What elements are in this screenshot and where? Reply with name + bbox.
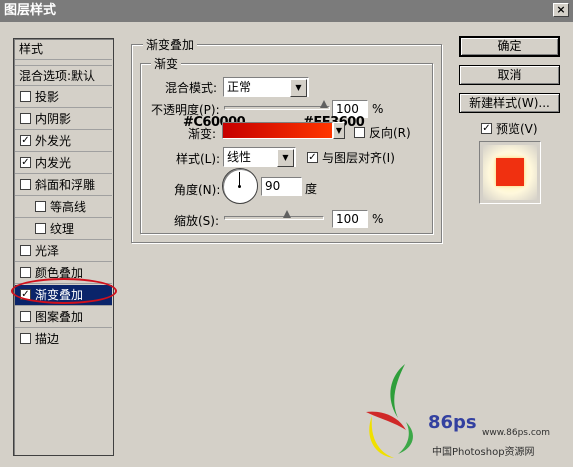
gradient-swatch[interactable] (222, 122, 333, 139)
checkbox-outer-glow[interactable]: ✓ (20, 135, 31, 146)
opacity-unit: % (372, 102, 384, 116)
window-title: 图层样式 (4, 3, 57, 18)
list-item-label: 图案叠加 (35, 310, 84, 324)
checkbox-inner-shadow[interactable] (20, 113, 31, 124)
style-label: 样式(L): (176, 152, 221, 166)
list-item-label: 描边 (35, 332, 60, 346)
logo-leaf-green (390, 364, 405, 418)
logo-leaf-yellow (369, 416, 394, 458)
preview-thumbnail (479, 141, 541, 204)
checkbox-texture[interactable] (35, 223, 46, 234)
preview-checkbox[interactable]: ✓ (481, 123, 492, 134)
align-layer-label: 与图层对齐(I) (322, 151, 395, 165)
preview-row[interactable]: ✓ 预览(V) (481, 120, 538, 137)
angle-dial-needle (239, 172, 240, 186)
chevron-down-icon: ▼ (277, 149, 294, 167)
group-title: 渐变叠加 (143, 36, 198, 53)
close-button[interactable]: × (553, 3, 569, 17)
scale-slider[interactable] (224, 216, 324, 220)
list-item-label: 内发光 (35, 156, 72, 170)
new-style-button[interactable]: 新建样式(W)... (459, 93, 560, 113)
list-item-contour[interactable]: 等高线 (15, 197, 112, 218)
ok-button[interactable]: 确定 (459, 36, 560, 57)
list-item-label: 外发光 (35, 134, 72, 148)
angle-input[interactable]: 90 (261, 177, 302, 196)
angle-unit: 度 (305, 182, 318, 196)
checkbox-inner-glow[interactable]: ✓ (20, 157, 31, 168)
list-item-label: 投影 (35, 90, 60, 104)
gradient-picker-arrow[interactable]: ▼ (333, 122, 345, 139)
opacity-slider-thumb[interactable] (320, 100, 328, 108)
align-layer-checkbox[interactable]: ✓ (307, 152, 318, 163)
checkbox-contour[interactable] (35, 201, 46, 212)
list-item-blending-options[interactable]: 混合选项:默认 (15, 65, 112, 86)
list-item-texture[interactable]: 纹理 (15, 219, 112, 240)
scale-slider-thumb[interactable] (283, 210, 291, 218)
list-item-inner-glow[interactable]: ✓ 内发光 (15, 153, 112, 174)
list-item-stroke[interactable]: 描边 (15, 329, 112, 350)
list-item-inner-shadow[interactable]: 内阴影 (15, 109, 112, 130)
checkbox-bevel-emboss[interactable] (20, 179, 31, 190)
opacity-slider[interactable] (224, 106, 330, 110)
style-list-header: 样式 (15, 39, 112, 60)
chevron-down-icon: ▼ (290, 79, 307, 97)
window-titlebar: 图层样式 (0, 0, 573, 22)
reverse-label: 反向(R) (369, 126, 411, 140)
logo-leaf-red (366, 411, 406, 430)
close-icon: × (556, 3, 566, 16)
watermark-url: www.86ps.com (482, 428, 551, 438)
logo-leaf-green-small (398, 422, 413, 454)
angle-label: 角度(N): (174, 183, 221, 197)
reverse-checkbox-row[interactable]: 反向(R) (354, 124, 411, 141)
preview-square (496, 158, 524, 186)
cancel-button[interactable]: 取消 (459, 65, 560, 85)
style-select[interactable]: 线性 ▼ (223, 147, 296, 167)
subgroup-title: 渐变 (151, 55, 182, 72)
list-item-label: 等高线 (50, 200, 87, 214)
blend-mode-label: 混合模式: (165, 81, 218, 95)
preview-label: 预览(V) (496, 122, 538, 136)
list-item-label: 内阴影 (35, 112, 72, 126)
watermark-site: 中国Photoshop资源网 (432, 447, 535, 458)
reverse-checkbox[interactable] (354, 127, 365, 138)
checkbox-stroke[interactable] (20, 333, 31, 344)
align-layer-row[interactable]: ✓ 与图层对齐(I) (307, 149, 395, 166)
blend-mode-value: 正常 (227, 80, 252, 94)
gradient-label: 渐变: (188, 127, 217, 141)
list-item-label: 光泽 (35, 244, 60, 258)
list-item-pattern-overlay[interactable]: 图案叠加 (15, 307, 112, 328)
list-item-label: 混合选项:默认 (19, 69, 96, 83)
blend-mode-select[interactable]: 正常 ▼ (223, 77, 309, 97)
checkbox-satin[interactable] (20, 245, 31, 256)
list-item-satin[interactable]: 光泽 (15, 241, 112, 262)
style-value: 线性 (227, 150, 252, 164)
list-item-label: 纹理 (50, 222, 75, 236)
style-list: 样式 混合选项:默认 投影 内阴影 ✓ 外发光 ✓ 内发光 斜面和浮雕 等高线 纹理… (13, 38, 114, 456)
highlight-ellipse (11, 278, 117, 304)
checkbox-color-overlay[interactable] (20, 267, 31, 278)
angle-dial-center (238, 185, 241, 188)
list-item-outer-glow[interactable]: ✓ 外发光 (15, 131, 112, 152)
watermark-brand: 86ps (428, 412, 477, 433)
list-item-label: 斜面和浮雕 (35, 178, 96, 192)
list-item-bevel-emboss[interactable]: 斜面和浮雕 (15, 175, 112, 196)
scale-unit: % (372, 212, 384, 226)
checkbox-pattern-overlay[interactable] (20, 311, 31, 322)
checkbox-drop-shadow[interactable] (20, 91, 31, 102)
angle-dial[interactable] (222, 168, 258, 204)
list-item-drop-shadow[interactable]: 投影 (15, 87, 112, 108)
scale-label: 缩放(S): (174, 214, 220, 228)
scale-input[interactable]: 100 (332, 210, 368, 228)
chevron-down-icon: ▼ (335, 126, 343, 135)
